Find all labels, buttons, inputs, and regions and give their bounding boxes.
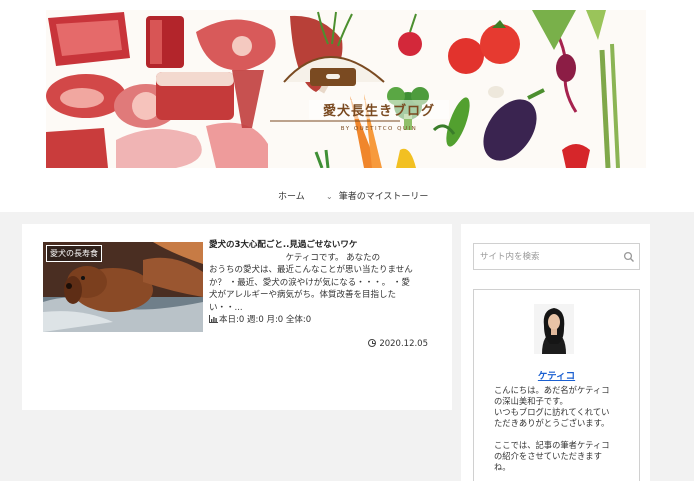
- global-nav: ホーム ⌄ 筆者のマイストーリー: [0, 184, 694, 208]
- site-logo[interactable]: 愛犬長生きブログ BY QUETITCO QUIN: [309, 62, 449, 142]
- search-icon[interactable]: [623, 251, 635, 263]
- post-stats: 本日:0 週:0 月:0 全体:0: [209, 313, 311, 325]
- profile-widget: ケティコ こんにちは。あだ名がケティコ の深山美和子です。 いつもブログに訪れて…: [473, 289, 640, 481]
- post-excerpt: ケティコです。 あなたの おうちの愛犬は、最近こんなことが思い当たりません か？…: [209, 253, 413, 313]
- search-box: [473, 243, 640, 270]
- header-banner[interactable]: 愛犬長生きブログ BY QUETITCO QUIN: [46, 10, 646, 168]
- chevron-down-icon: ⌄: [326, 192, 333, 201]
- sidebar: ケティコ こんにちは。あだ名がケティコ の深山美和子です。 いつもブログに訪れて…: [461, 224, 650, 481]
- post-date: 2020.12.05: [368, 339, 428, 349]
- category-badge[interactable]: 愛犬の長寿食: [46, 245, 102, 262]
- profile-photo: [534, 304, 574, 354]
- post-thumbnail[interactable]: 愛犬の長寿食: [43, 242, 203, 332]
- post-date-text: 2020.12.05: [379, 339, 428, 349]
- nav-item-home[interactable]: ホーム: [278, 189, 305, 202]
- logo-subtitle: BY QUETITCO QUIN: [340, 126, 418, 132]
- profile-name[interactable]: ケティコ: [474, 368, 639, 382]
- bar-chart-icon: [209, 315, 218, 323]
- nav-item-my-story[interactable]: ⌄ 筆者のマイストーリー: [326, 189, 428, 202]
- avatar[interactable]: [534, 304, 574, 354]
- search-input[interactable]: [474, 244, 619, 269]
- post-list: 愛犬の長寿食 愛犬の3大心配ごと..見過ごせないワケ ケティコです。 あなたの …: [22, 224, 452, 410]
- profile-text: こんにちは。あだ名がケティコ の深山美和子です。 いつもブログに訪れてくれてい …: [494, 385, 610, 472]
- clock-icon: [368, 339, 377, 347]
- logo-title: 愛犬長生きブログ: [309, 100, 449, 119]
- post-stats-text: 本日:0 週:0 月:0 全体:0: [219, 315, 312, 325]
- nav-item-my-story-label: 筆者のマイストーリー: [338, 192, 429, 202]
- post-title[interactable]: 愛犬の3大心配ごと..見過ごせないワケ: [209, 239, 439, 251]
